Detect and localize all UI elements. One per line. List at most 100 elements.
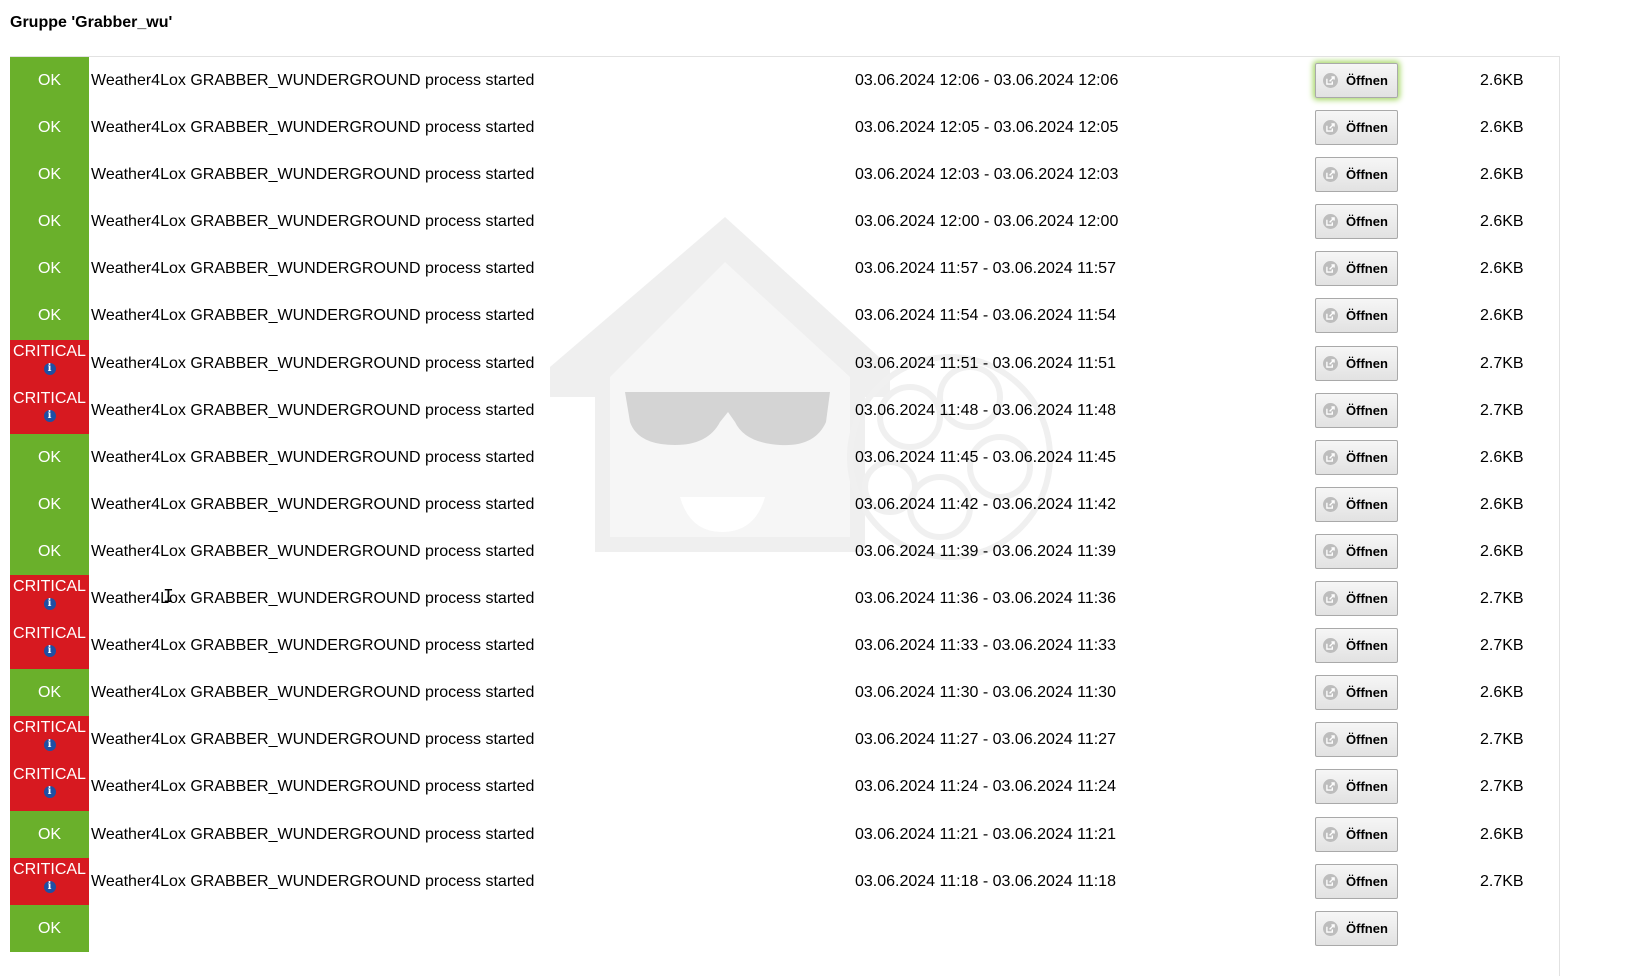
open-log-button[interactable]: Öffnen <box>1315 533 1398 569</box>
status-label: CRITICAL <box>13 860 86 878</box>
file-size: 2.7KB <box>1480 401 1524 419</box>
log-row: OK Öffnen <box>10 904 1559 952</box>
open-log-button[interactable]: Öffnen <box>1315 769 1398 805</box>
open-log-button[interactable]: Öffnen <box>1315 581 1398 617</box>
open-button-label: Öffnen <box>1346 591 1388 607</box>
status-badge: OK <box>10 810 89 858</box>
status-label: CRITICAL <box>13 389 86 407</box>
status-label: OK <box>37 72 62 89</box>
open-button-label: Öffnen <box>1346 779 1388 795</box>
status-label: CRITICAL <box>13 342 86 360</box>
open-button-label: Öffnen <box>1346 685 1388 701</box>
log-message: Weather4Lox GRABBER_WUNDERGROUND process… <box>91 72 535 89</box>
open-button-label: Öffnen <box>1346 120 1388 136</box>
status-label: OK <box>37 919 62 937</box>
info-icon[interactable]: i <box>43 598 56 611</box>
info-icon[interactable]: i <box>43 409 56 422</box>
status-badge: OK <box>10 669 89 717</box>
file-size: 2.6KB <box>1480 72 1524 89</box>
log-message: Weather4Lox GRABBER_WUNDERGROUND process… <box>91 495 535 513</box>
time-range: 03.06.2024 11:21 - 03.06.2024 11:21 <box>855 825 1116 843</box>
open-log-button[interactable]: Öffnen <box>1315 63 1398 98</box>
status-badge[interactable]: CRITICAL i <box>10 575 89 623</box>
open-external-icon <box>1323 591 1338 607</box>
time-range: 03.06.2024 12:03 - 03.06.2024 12:03 <box>855 166 1119 184</box>
status-badge[interactable]: CRITICAL i <box>10 386 89 434</box>
log-row: OK Weather4Lox GRABBER_WUNDERGROUND proce… <box>10 151 1559 199</box>
open-external-icon <box>1323 732 1338 748</box>
info-icon[interactable]: i <box>43 362 56 375</box>
info-icon[interactable]: i <box>43 786 56 799</box>
time-range: 03.06.2024 11:45 - 03.06.2024 11:45 <box>855 448 1116 466</box>
open-log-button[interactable]: Öffnen <box>1315 910 1398 946</box>
log-row: CRITICAL i Weather4Lox GRABBER_WUNDERGROUN… <box>10 386 1559 434</box>
file-size: 2.6KB <box>1480 166 1524 184</box>
status-badge[interactable]: CRITICAL i <box>10 763 89 811</box>
log-list-panel: OK Weather4Lox GRABBER_WUNDERGROUND proce… <box>10 56 1560 976</box>
log-message: Weather4Lox GRABBER_WUNDERGROUND process… <box>91 119 535 137</box>
log-row: CRITICAL i Weather4Lox GRABBER_WUNDERGROUN… <box>10 716 1559 764</box>
open-external-icon <box>1323 120 1338 136</box>
open-log-button[interactable]: Öffnen <box>1315 110 1398 146</box>
log-message: Weather4Lox GRABBER_WUNDERGROUND process… <box>91 778 535 796</box>
log-row: OK Weather4Lox GRABBER_WUNDERGROUND proce… <box>10 480 1559 528</box>
time-range: 03.06.2024 11:51 - 03.06.2024 11:51 <box>855 354 1116 372</box>
open-log-button[interactable]: Öffnen <box>1315 675 1398 711</box>
status-label: OK <box>37 495 62 513</box>
open-log-button[interactable]: Öffnen <box>1315 392 1398 428</box>
open-button-label: Öffnen <box>1346 732 1388 748</box>
open-external-icon <box>1323 685 1338 701</box>
open-log-button[interactable]: Öffnen <box>1315 816 1398 852</box>
log-row: OK Weather4Lox GRABBER_WUNDERGROUND proce… <box>10 292 1559 340</box>
open-external-icon <box>1323 920 1338 936</box>
log-message: Weather4Lox GRABBER_WUNDERGROUND process… <box>91 684 535 702</box>
open-log-button[interactable]: Öffnen <box>1315 345 1398 381</box>
status-badge[interactable]: CRITICAL i <box>10 622 89 670</box>
status-badge[interactable]: CRITICAL i <box>10 857 89 905</box>
log-message: Weather4Lox GRABBER_WUNDERGROUND process… <box>91 213 535 231</box>
status-badge[interactable]: CRITICAL i <box>10 339 89 387</box>
log-row: CRITICAL i Weather4Lox GRABBER_WUNDERGROUN… <box>10 622 1559 670</box>
info-icon[interactable]: i <box>43 880 56 893</box>
log-message: Weather4Lox GRABBER_WUNDERGROUND process… <box>91 448 535 466</box>
open-button-label: Öffnen <box>1346 449 1388 465</box>
time-range: 03.06.2024 11:42 - 03.06.2024 11:42 <box>855 495 1116 513</box>
status-badge: OK <box>10 151 89 199</box>
open-log-button[interactable]: Öffnen <box>1315 486 1398 522</box>
open-log-button[interactable]: Öffnen <box>1315 204 1398 240</box>
open-button-label: Öffnen <box>1346 167 1388 183</box>
open-external-icon <box>1323 873 1338 889</box>
info-icon[interactable]: i <box>43 645 56 658</box>
text-cursor-icon: I <box>163 586 174 607</box>
status-badge[interactable]: CRITICAL i <box>10 716 89 764</box>
open-external-icon <box>1323 402 1338 418</box>
open-log-button[interactable]: Öffnen <box>1315 157 1398 193</box>
open-button-label: Öffnen <box>1346 496 1388 512</box>
open-button-label: Öffnen <box>1346 214 1388 230</box>
open-log-button[interactable]: Öffnen <box>1315 251 1398 287</box>
log-message: Weather4Lox GRABBER_WUNDERGROUND process… <box>91 307 535 325</box>
status-label: OK <box>37 307 62 325</box>
open-external-icon <box>1323 214 1338 230</box>
status-badge: OK <box>10 198 89 246</box>
log-row: OK Weather4Lox GRABBER_WUNDERGROUND proce… <box>10 527 1559 576</box>
file-size: 2.7KB <box>1480 872 1524 890</box>
open-log-button[interactable]: Öffnen <box>1315 439 1398 475</box>
time-range: 03.06.2024 11:57 - 03.06.2024 11:57 <box>855 260 1116 278</box>
status-label: CRITICAL <box>13 766 86 784</box>
open-external-icon <box>1323 261 1338 277</box>
file-size: 2.6KB <box>1480 119 1524 137</box>
time-range: 03.06.2024 12:00 - 03.06.2024 12:00 <box>855 213 1119 231</box>
open-log-button[interactable]: Öffnen <box>1315 722 1398 758</box>
open-external-icon <box>1323 73 1338 88</box>
log-row: OK Weather4Lox GRABBER_WUNDERGROUND proce… <box>10 104 1559 152</box>
file-size: 2.6KB <box>1480 495 1524 513</box>
status-label: OK <box>37 166 62 184</box>
info-icon[interactable]: i <box>43 739 56 752</box>
open-log-button[interactable]: Öffnen <box>1315 863 1398 899</box>
status-badge: OK <box>10 433 89 481</box>
status-badge: OK <box>10 57 89 105</box>
open-log-button[interactable]: Öffnen <box>1315 298 1398 334</box>
status-label: OK <box>37 119 62 137</box>
open-log-button[interactable]: Öffnen <box>1315 628 1398 664</box>
